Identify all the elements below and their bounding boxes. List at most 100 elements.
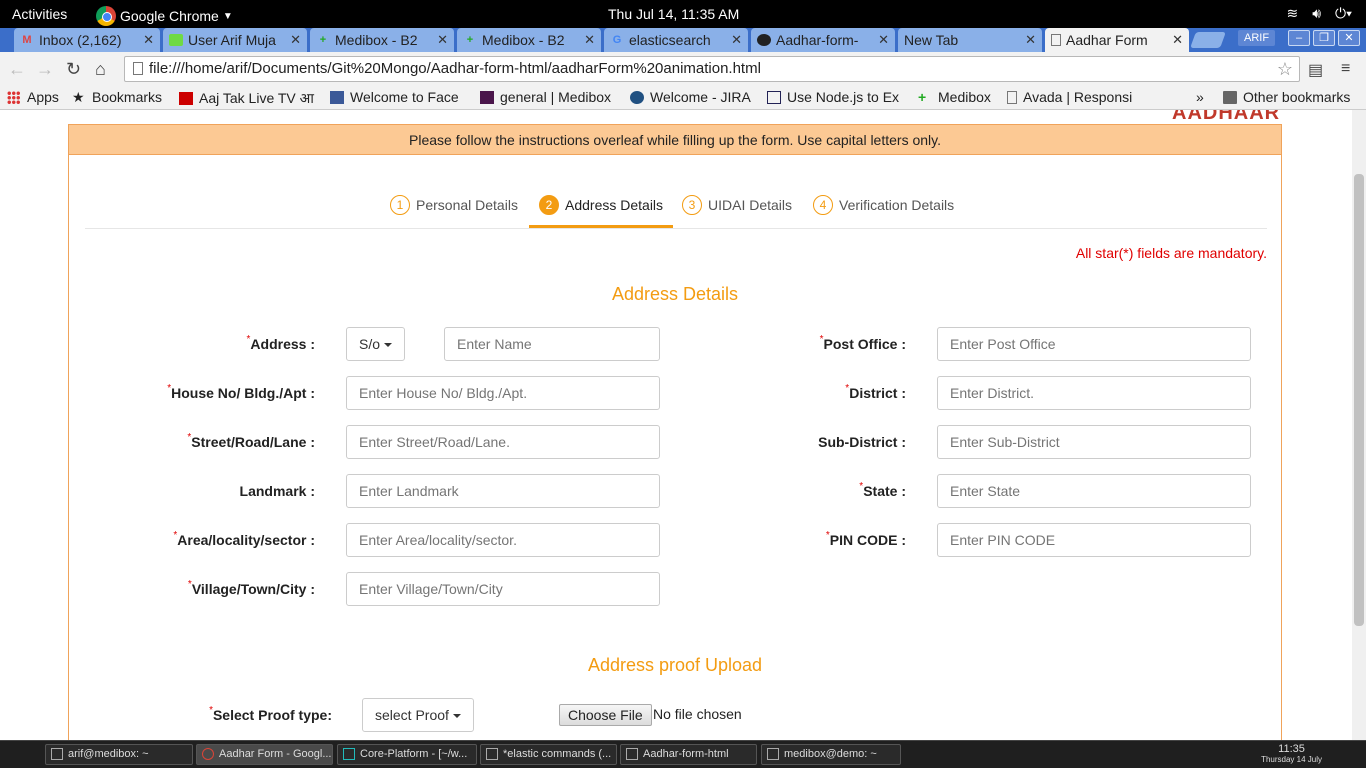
browser-toolbar: ← → ↻ ⌂ file:///home/arif/Documents/Git%… [0, 52, 1366, 85]
tab-github[interactable]: Aadhar-form- ✕ [751, 28, 895, 52]
bookmark-label: Apps [27, 89, 59, 105]
extension-icon[interactable]: ▤ [1308, 60, 1323, 80]
profile-badge[interactable]: ARIF [1238, 30, 1276, 46]
menu-icon[interactable]: ≡ [1341, 60, 1350, 78]
tab-aadhar-form[interactable]: Aadhar Form ✕ [1045, 28, 1189, 52]
step-number: 2 [539, 194, 559, 215]
chrome-icon [202, 748, 214, 760]
bookmarks-overflow-icon[interactable]: » [1196, 89, 1204, 105]
mandatory-note: All star(*) fields are mandatory. [1075, 245, 1267, 261]
step-address-details[interactable]: 2 Address Details [529, 181, 674, 228]
tab-label: Medibox - B2 [482, 32, 565, 48]
tab-inbox[interactable]: M Inbox (2,162) ✕ [14, 28, 160, 52]
close-icon[interactable]: ✕ [1025, 32, 1036, 48]
close-icon[interactable]: ✕ [437, 32, 448, 48]
bookmark-aajtak[interactable]: Aaj Tak Live TV आ [179, 89, 317, 108]
close-icon[interactable]: ✕ [584, 32, 595, 48]
village-input[interactable] [346, 572, 660, 606]
district-label: *District : [845, 383, 906, 401]
caret-down-icon [452, 714, 461, 719]
task-terminal-arif[interactable]: arif@medibox: ~ [45, 744, 193, 765]
power-icon[interactable]: ⏻▾ [1335, 5, 1352, 22]
taskbar-date: Thursday 14 July [1261, 755, 1322, 764]
bookmark-medibox[interactable]: + Medibox [918, 89, 991, 105]
bookmark-slack[interactable]: general | Medibox [480, 89, 615, 105]
post-office-input[interactable] [937, 327, 1251, 361]
address-bar[interactable]: file:///home/arif/Documents/Git%20Mongo/… [124, 56, 1300, 82]
clock[interactable]: Thu Jul 14, 11:35 AM [608, 6, 739, 22]
bookmark-star-icon[interactable]: ☆ [1277, 57, 1293, 81]
task-chrome[interactable]: Aadhar Form - Googl... [196, 744, 333, 765]
task-label: medibox@demo: ~ [784, 748, 877, 760]
bookmark-other[interactable]: Other bookmarks [1223, 89, 1350, 105]
scrollbar-thumb[interactable] [1354, 174, 1364, 626]
forward-icon[interactable]: → [36, 59, 54, 80]
facebook-icon [330, 90, 344, 104]
state-input[interactable] [937, 474, 1251, 508]
back-icon[interactable]: ← [8, 59, 26, 80]
wifi-icon[interactable]: ≋ [1286, 5, 1298, 22]
close-icon[interactable]: ✕ [290, 32, 301, 48]
volume-icon[interactable]: 🔊︎ [1312, 5, 1321, 22]
task-label: Aadhar-form-html [643, 748, 729, 760]
house-input[interactable] [346, 376, 660, 410]
landmark-input[interactable] [346, 474, 660, 508]
step-label: Personal Details [416, 196, 518, 213]
task-webstorm[interactable]: Core-Platform - [~/w... [337, 744, 477, 765]
proof-type-select[interactable]: select Proof [362, 698, 474, 732]
activities-button[interactable]: Activities [12, 6, 67, 22]
choose-file-button[interactable]: Choose File [559, 704, 652, 726]
area-input[interactable] [346, 523, 660, 557]
new-tab-button[interactable] [1190, 32, 1226, 48]
caret-down-icon [384, 343, 393, 348]
aadhaar-logo: AADHAAR [1172, 110, 1281, 124]
proof-select-value: select Proof [375, 707, 449, 723]
bookmark-bookmarks[interactable]: ★ Bookmarks [72, 89, 162, 105]
system-tray[interactable]: ≋ 🔊︎ ⏻▾ [1286, 5, 1352, 22]
task-label: *elastic commands (... [503, 748, 612, 760]
tab-medibox-1[interactable]: + Medibox - B2 ✕ [310, 28, 454, 52]
bookmark-avada[interactable]: Avada | Responsi [1007, 89, 1143, 105]
tab-elasticsearch[interactable]: G elasticsearch ✕ [604, 28, 748, 52]
close-icon[interactable]: ✕ [1172, 32, 1183, 48]
close-icon[interactable]: ✕ [878, 32, 889, 48]
upwork-icon [169, 34, 183, 46]
task-file-manager[interactable]: Aadhar-form-html [620, 744, 757, 765]
close-window-icon[interactable]: ✕ [1338, 30, 1360, 46]
taskbar-clock[interactable]: 11:35 Thursday 14 July [1261, 743, 1322, 764]
restore-icon[interactable]: ❐ [1313, 30, 1335, 46]
tab-user[interactable]: User Arif Muja ✕ [163, 28, 307, 52]
tab-new-tab[interactable]: New Tab ✕ [898, 28, 1042, 52]
app-menu-label: Google Chrome [120, 8, 219, 24]
close-icon[interactable]: ✕ [731, 32, 742, 48]
task-text-editor[interactable]: *elastic commands (... [480, 744, 617, 765]
step-personal-details[interactable]: 1 Personal Details [390, 181, 518, 228]
house-label: *House No/ Bldg./Apt : [167, 383, 315, 401]
app-menu[interactable]: Google Chrome ▼ [96, 6, 233, 26]
task-terminal-demo[interactable]: medibox@demo: ~ [761, 744, 901, 765]
step-uidai-details[interactable]: 3 UIDAI Details [682, 181, 792, 228]
sub-district-input[interactable] [937, 425, 1251, 459]
task-label: Core-Platform - [~/w... [360, 748, 468, 760]
bookmark-jira[interactable]: Welcome - JIRA [630, 89, 751, 105]
page-scrollbar[interactable] [1352, 110, 1366, 740]
address-label: *Address : [246, 334, 315, 352]
step-verification-details[interactable]: 4 Verification Details [813, 181, 954, 228]
street-input[interactable] [346, 425, 660, 459]
bookmark-label: Medibox [938, 89, 991, 105]
close-icon[interactable]: ✕ [143, 32, 154, 48]
tab-medibox-2[interactable]: + Medibox - B2 ✕ [457, 28, 601, 52]
name-input[interactable] [444, 327, 660, 361]
relation-select[interactable]: S/o [346, 327, 405, 361]
district-input[interactable] [937, 376, 1251, 410]
bookmark-apps[interactable]: Apps [7, 89, 59, 105]
bottom-taskbar: arif@medibox: ~ Aadhar Form - Googl... C… [0, 740, 1366, 768]
home-icon[interactable]: ⌂ [95, 59, 106, 80]
upload-section-title: Address proof Upload [587, 655, 763, 675]
pin-code-input[interactable] [937, 523, 1251, 557]
bookmark-facebook[interactable]: Welcome to Face [330, 89, 465, 105]
reload-icon[interactable]: ↻ [66, 59, 81, 80]
bookmark-nodejs[interactable]: Use Node.js to Ex [767, 89, 903, 105]
minimize-icon[interactable]: – [1288, 30, 1310, 46]
task-label: arif@medibox: ~ [68, 748, 149, 760]
